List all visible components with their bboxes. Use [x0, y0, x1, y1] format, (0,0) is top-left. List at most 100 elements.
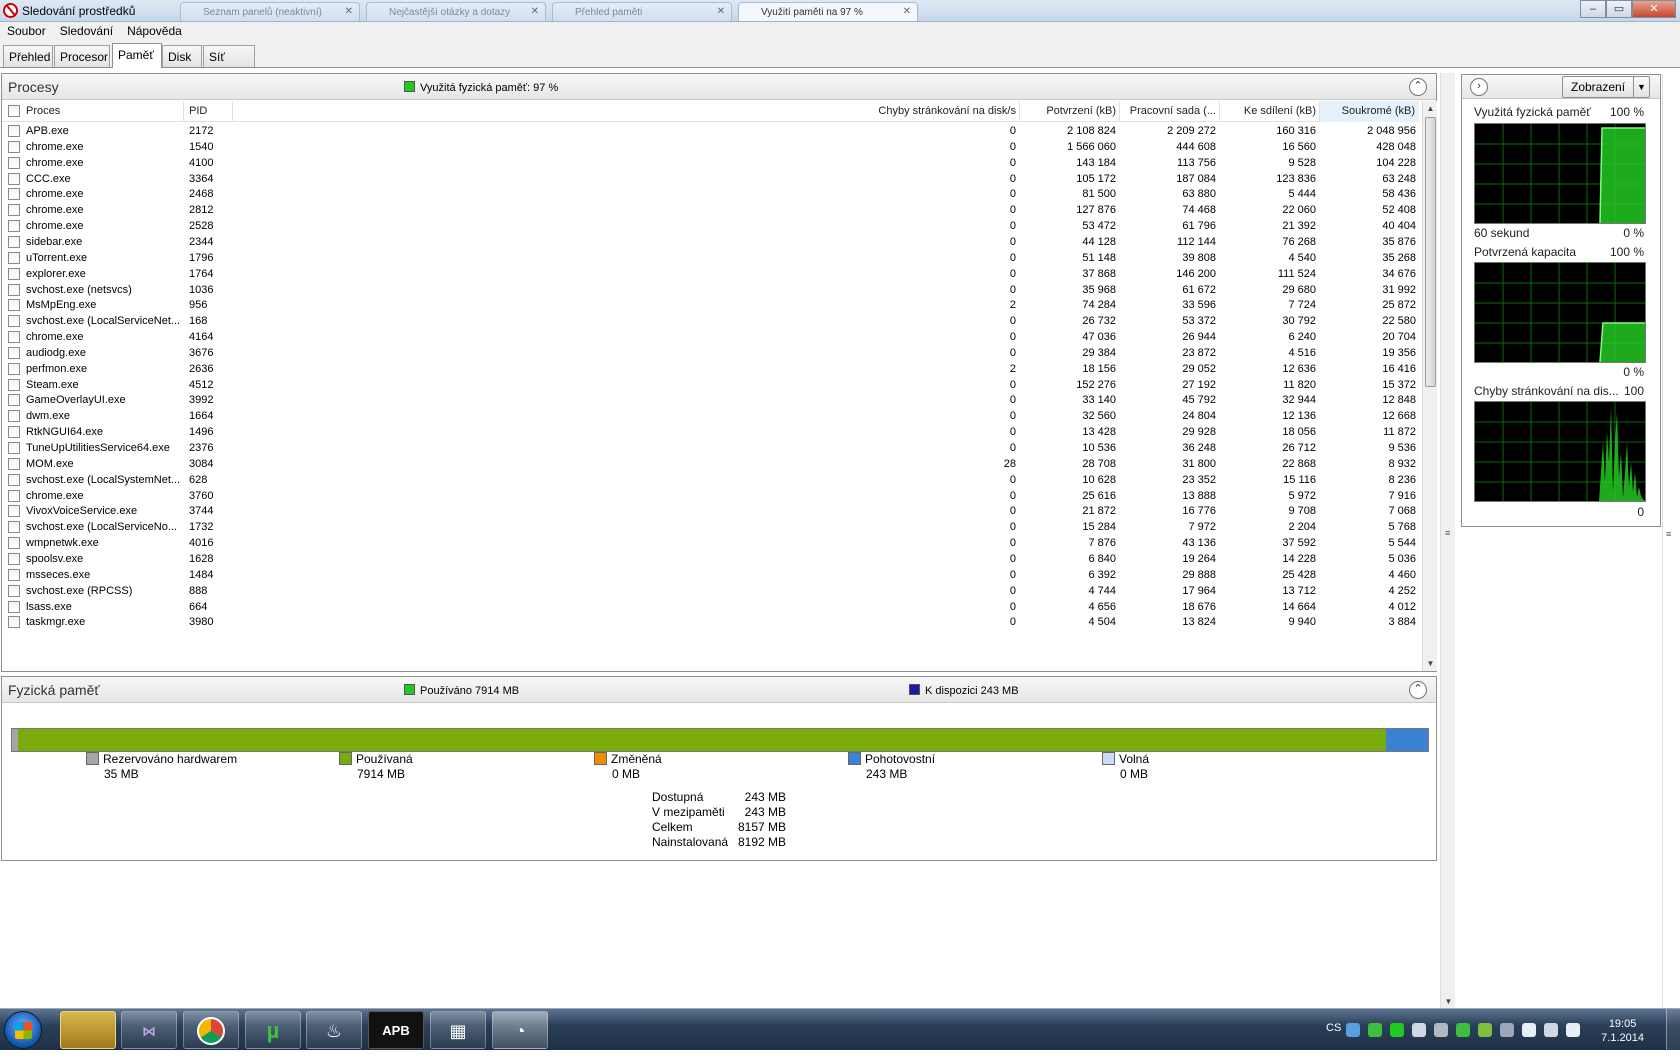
- row-checkbox[interactable]: [8, 204, 20, 217]
- table-row[interactable]: chrome.exe 4100 0 143 184 113 756 9 528 104 22…: [2, 155, 1420, 172]
- row-checkbox[interactable]: [8, 188, 20, 201]
- table-row[interactable]: MsMpEng.exe 956 2 74 284 33 596 7 724 25 872: [2, 297, 1420, 314]
- processes-scrollbar[interactable]: ▲ ▼: [1422, 101, 1437, 671]
- col-process[interactable]: Proces: [26, 105, 60, 117]
- row-checkbox[interactable]: [8, 505, 20, 518]
- tab-memory[interactable]: Paměť: [112, 43, 162, 68]
- view-dropdown[interactable]: Zobrazení ▼: [1562, 76, 1650, 98]
- table-row[interactable]: svchost.exe (LocalSystemNet... 628 0 10 628…: [2, 472, 1420, 489]
- expand-right-icon[interactable]: ›: [1470, 78, 1488, 96]
- network-icon[interactable]: [1544, 1023, 1558, 1037]
- table-row[interactable]: sidebar.exe 2344 0 44 128 112 144 76 268 35 87…: [2, 234, 1420, 251]
- table-row[interactable]: Steam.exe 4512 0 152 276 27 192 11 820 15 372: [2, 377, 1420, 394]
- collapse-up-icon[interactable]: ⌃: [1409, 78, 1427, 96]
- table-row[interactable]: taskmgr.exe 3980 0 4 504 13 824 9 940 3 884: [2, 614, 1420, 631]
- row-checkbox[interactable]: [8, 172, 20, 185]
- table-row[interactable]: chrome.exe 4164 0 47 036 26 944 6 240 20 704: [2, 329, 1420, 346]
- maximize-button[interactable]: ▭: [1606, 0, 1632, 18]
- table-row[interactable]: spoolsv.exe 1628 0 6 840 19 264 14 228 5 036: [2, 551, 1420, 568]
- row-checkbox[interactable]: [8, 156, 20, 169]
- row-checkbox[interactable]: [8, 346, 20, 359]
- table-row[interactable]: svchost.exe (LocalServiceNo... 1732 0 15 28…: [2, 519, 1420, 536]
- steam-icon[interactable]: ♨: [306, 1011, 362, 1049]
- tool-tray-icon[interactable]: [1434, 1023, 1448, 1037]
- minimize-button[interactable]: –: [1580, 0, 1606, 18]
- row-checkbox[interactable]: [8, 267, 20, 280]
- row-checkbox[interactable]: [8, 378, 20, 391]
- col-commit[interactable]: Potvrzení (kB): [1046, 105, 1116, 117]
- visual-studio-icon[interactable]: ⋈: [121, 1011, 177, 1049]
- table-row[interactable]: APB.exe 2172 0 2 108 824 2 209 272 160 316 2 0…: [2, 123, 1420, 140]
- row-checkbox[interactable]: [8, 552, 20, 565]
- table-row[interactable]: chrome.exe 2812 0 127 876 74 468 22 060 52 408: [2, 202, 1420, 219]
- collapse-up-icon[interactable]: ⌃: [1409, 681, 1427, 699]
- row-checkbox[interactable]: [8, 584, 20, 597]
- network-tray-icon[interactable]: [1346, 1023, 1360, 1037]
- menu-sledovani[interactable]: Sledování: [53, 22, 120, 40]
- table-row[interactable]: CCC.exe 3364 0 105 172 187 084 123 836 63 248: [2, 171, 1420, 188]
- table-row[interactable]: svchost.exe (netsvcs) 1036 0 35 968 61 672 29…: [2, 282, 1420, 299]
- col-shareable[interactable]: Ke sdílení (kB): [1244, 105, 1316, 117]
- table-row[interactable]: chrome.exe 3760 0 25 616 13 888 5 972 7 916: [2, 488, 1420, 505]
- col-working-set[interactable]: Pracovní sada (...: [1130, 105, 1216, 117]
- row-checkbox[interactable]: [8, 251, 20, 264]
- table-row[interactable]: MOM.exe 3084 28 28 708 31 800 22 868 8 932: [2, 456, 1420, 473]
- background-tab[interactable]: Seznam panelů (neaktivní) ✕: [180, 2, 360, 21]
- row-checkbox[interactable]: [8, 125, 20, 137]
- scroll-down-arrow[interactable]: ▼: [1441, 994, 1456, 1009]
- table-row[interactable]: chrome.exe 2528 0 53 472 61 796 21 392 40 404: [2, 218, 1420, 235]
- explorer-icon[interactable]: [60, 1011, 116, 1049]
- background-tab[interactable]: Nejčastější otázky a dotazy ✕: [366, 2, 546, 21]
- table-row[interactable]: dwm.exe 1664 0 32 560 24 804 12 136 12 668: [2, 408, 1420, 425]
- row-checkbox[interactable]: [8, 473, 20, 486]
- antivirus-tray-icon[interactable]: [1478, 1023, 1492, 1037]
- table-row[interactable]: svchost.exe (RPCSS) 888 0 4 744 17 964 13 712…: [2, 583, 1420, 600]
- row-checkbox[interactable]: [8, 362, 20, 375]
- right-splitter[interactable]: ≡: [1662, 74, 1677, 1008]
- close-button[interactable]: ✕: [1632, 0, 1676, 18]
- menu-soubor[interactable]: Soubor: [0, 22, 53, 40]
- table-row[interactable]: VivoxVoiceService.exe 3744 0 21 872 16 776 9 …: [2, 503, 1420, 520]
- clock[interactable]: 19:05 7.1.2014: [1601, 1017, 1644, 1045]
- row-checkbox[interactable]: [8, 331, 20, 344]
- row-checkbox[interactable]: [8, 394, 20, 407]
- table-row[interactable]: lsass.exe 664 0 4 656 18 676 14 664 4 012: [2, 599, 1420, 616]
- perfmon-icon[interactable]: ◔: [492, 1011, 548, 1049]
- col-pid[interactable]: PID: [189, 105, 207, 117]
- volume-icon[interactable]: [1566, 1023, 1580, 1037]
- language-indicator[interactable]: CS: [1326, 1022, 1341, 1034]
- show-desktop-button[interactable]: [1666, 1009, 1680, 1051]
- tab-network[interactable]: Síť: [203, 45, 255, 67]
- table-row[interactable]: msseces.exe 1484 0 6 392 29 888 25 428 4 460: [2, 567, 1420, 584]
- row-checkbox[interactable]: [8, 442, 20, 454]
- tab-overview[interactable]: Přehled: [3, 45, 53, 67]
- tray-icon[interactable]: [1500, 1023, 1514, 1037]
- table-row[interactable]: chrome.exe 1540 0 1 566 060 444 608 16 560 428…: [2, 139, 1420, 156]
- action-center-flag-icon[interactable]: [1522, 1023, 1536, 1037]
- table-row[interactable]: TuneUpUtilitiesService64.exe 2376 0 10 536 3…: [2, 440, 1420, 457]
- row-checkbox[interactable]: [8, 457, 20, 470]
- table-row[interactable]: wmpnetwk.exe 4016 0 7 876 43 136 37 592 5 544: [2, 535, 1420, 552]
- table-row[interactable]: svchost.exe (LocalServiceNet... 168 0 26 73…: [2, 313, 1420, 330]
- select-all-checkbox[interactable]: [8, 105, 20, 117]
- table-row[interactable]: uTorrent.exe 1796 0 51 148 39 808 4 540 35 268: [2, 250, 1420, 267]
- scroll-down-arrow[interactable]: ▼: [1423, 656, 1438, 671]
- table-row[interactable]: perfmon.exe 2636 2 18 156 29 052 12 636 16 416: [2, 361, 1420, 378]
- utorrent-icon[interactable]: µ: [245, 1011, 301, 1049]
- col-page-faults[interactable]: Chyby stránkování na disk/s: [878, 105, 1016, 117]
- row-checkbox[interactable]: [8, 568, 20, 581]
- background-tab[interactable]: Využití paměti na 97 % ✕: [738, 2, 918, 21]
- row-checkbox[interactable]: [8, 140, 20, 153]
- resource-tray-icon[interactable]: [1390, 1023, 1404, 1037]
- row-checkbox[interactable]: [8, 521, 20, 534]
- apb-icon[interactable]: APB: [368, 1011, 424, 1049]
- scroll-up-arrow[interactable]: ▲: [1423, 101, 1438, 116]
- row-checkbox[interactable]: [8, 616, 20, 629]
- row-checkbox[interactable]: [8, 489, 20, 502]
- background-tab[interactable]: Přehled paměti ✕: [552, 2, 732, 21]
- utorrent-tray-icon[interactable]: [1368, 1023, 1382, 1037]
- steam-tray-icon[interactable]: [1412, 1023, 1426, 1037]
- row-checkbox[interactable]: [8, 315, 20, 328]
- col-private-sorted[interactable]: Soukromé (kB): [1320, 101, 1419, 122]
- chrome-icon[interactable]: [183, 1011, 239, 1049]
